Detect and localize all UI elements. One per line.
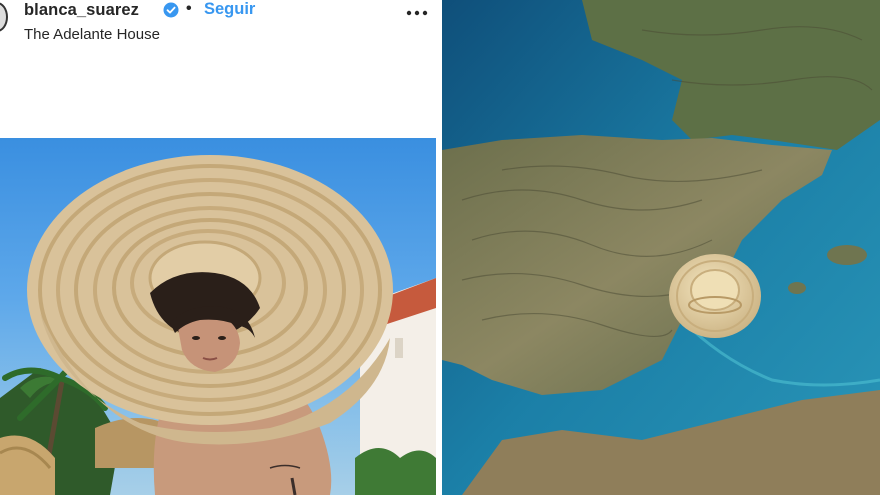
profile-avatar[interactable] (0, 2, 8, 32)
follow-button[interactable]: Seguir (204, 0, 255, 19)
separator-dot: • (186, 0, 192, 17)
post-header: blanca_suarez • Seguir The Adelante Hous… (0, 0, 438, 60)
post-photo (0, 138, 436, 495)
straw-hat-icon (669, 254, 761, 338)
island-ibiza (788, 282, 806, 294)
map-illustration (442, 0, 880, 495)
photo-illustration (0, 155, 436, 495)
location-link[interactable]: The Adelante House (24, 26, 160, 43)
username-link[interactable]: blanca_suarez (24, 1, 139, 20)
island-mallorca (827, 245, 867, 265)
verified-badge-icon (163, 2, 179, 18)
satellite-map (442, 0, 880, 495)
instagram-post: blanca_suarez • Seguir The Adelante Hous… (0, 0, 438, 495)
more-options-icon[interactable] (405, 6, 429, 20)
